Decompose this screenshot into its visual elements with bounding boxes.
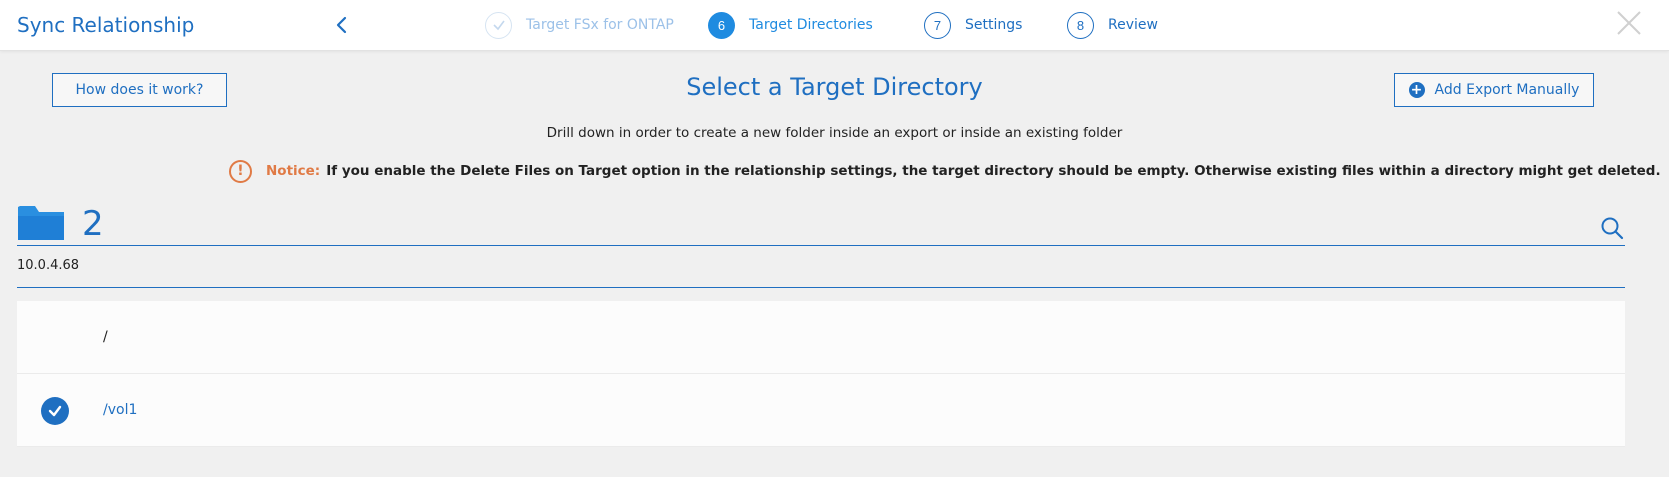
close-icon[interactable] bbox=[1616, 10, 1642, 36]
notice-text: If you enable the Delete Files on Target… bbox=[326, 163, 1661, 179]
step-label: Review bbox=[1108, 17, 1158, 33]
step-settings[interactable]: 7 Settings bbox=[924, 11, 1022, 39]
folder-icon bbox=[18, 206, 64, 240]
step-number: 6 bbox=[708, 11, 735, 39]
search-icon[interactable] bbox=[1600, 216, 1624, 240]
instructions-text: Drill down in order to create a new fold… bbox=[546, 125, 1123, 141]
exclamation-circle-icon: ! bbox=[229, 159, 252, 183]
top-header: Sync Relationship Target FSx for ONTAP 6… bbox=[0, 0, 1669, 51]
check-icon bbox=[485, 11, 512, 39]
directory-name: / bbox=[103, 329, 108, 345]
notice-banner: ! Notice: If you enable the Delete Files… bbox=[229, 159, 1661, 183]
step-review[interactable]: 8 Review bbox=[1067, 11, 1158, 39]
notice-label: Notice: bbox=[266, 163, 321, 179]
divider bbox=[17, 287, 1625, 288]
step-label: Settings bbox=[965, 17, 1023, 33]
divider bbox=[17, 245, 1625, 246]
app-title: Sync Relationship bbox=[17, 13, 195, 37]
step-target-fsx[interactable]: Target FSx for ONTAP bbox=[485, 11, 674, 39]
chevron-left-icon[interactable] bbox=[333, 14, 351, 36]
plus-circle-icon: + bbox=[1408, 82, 1425, 98]
directory-row-vol1[interactable]: /vol1 bbox=[17, 374, 1625, 447]
folder-count: 2 bbox=[82, 204, 104, 244]
check-circle-icon[interactable] bbox=[41, 397, 69, 425]
step-label: Target Directories bbox=[749, 17, 873, 33]
add-export-manually-button[interactable]: + Add Export Manually bbox=[1394, 73, 1594, 107]
step-label: Target FSx for ONTAP bbox=[526, 17, 674, 33]
step-number: 8 bbox=[1067, 11, 1094, 39]
directory-name: /vol1 bbox=[103, 402, 138, 418]
directory-list: / /vol1 bbox=[17, 301, 1625, 447]
step-number: 7 bbox=[924, 11, 951, 39]
step-target-directories[interactable]: 6 Target Directories bbox=[708, 11, 873, 39]
current-path: 10.0.4.68 bbox=[17, 258, 80, 273]
directory-row-root[interactable]: / bbox=[17, 301, 1625, 374]
add-export-label: Add Export Manually bbox=[1434, 82, 1580, 98]
